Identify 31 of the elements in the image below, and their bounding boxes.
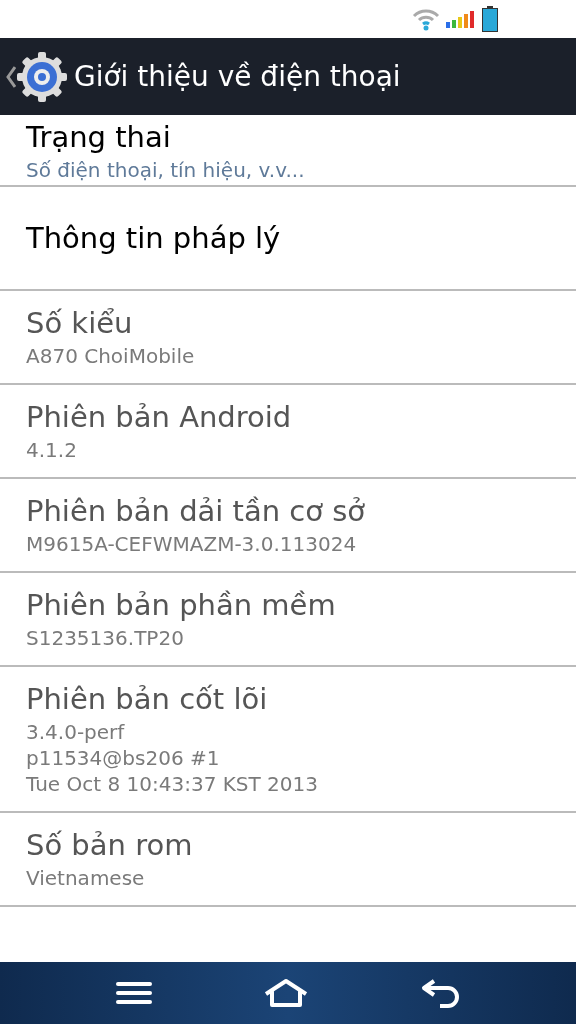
item-title: Phiên bản cốt lõi <box>26 681 269 718</box>
item-title: Phiên bản phần mềm <box>26 587 337 624</box>
item-summary: S1235136.TP20 <box>26 625 185 651</box>
item-title: Trạng thai <box>26 119 172 156</box>
item-summary: p11534@bs206 #1 <box>26 745 221 771</box>
back-caret-icon <box>6 65 16 88</box>
menu-button[interactable] <box>115 981 152 1005</box>
gear-icon <box>16 50 68 103</box>
item-title: Thông tin pháp lý <box>26 220 282 257</box>
item-summary: Số điện thoại, tín hiệu, v.v... <box>26 157 306 183</box>
item-title: Phiên bản dải tần cơ sở <box>26 493 367 530</box>
item-title: Phiên bản Android <box>26 399 293 436</box>
item-summary: M9615A-CEFWMAZM-3.0.113024 <box>26 531 358 557</box>
home-button[interactable] <box>263 978 309 1008</box>
wifi-icon <box>412 7 440 31</box>
item-title: Số bản rom <box>26 827 194 864</box>
settings-item[interactable]: Thông tin pháp lý <box>0 187 576 291</box>
menu-icon <box>115 981 152 1005</box>
item-summary: 3.4.0-perf <box>26 719 126 745</box>
back-button[interactable] <box>420 978 461 1008</box>
item-title: Số kiểu <box>26 305 134 342</box>
item-summary: Vietnamese <box>26 865 146 891</box>
screen-title: Giới thiệu về điện thoại <box>74 58 401 95</box>
item-summary: 4.1.2 <box>26 437 78 463</box>
back-arrow-icon <box>420 978 461 1008</box>
battery-icon <box>482 6 498 32</box>
home-icon <box>263 978 309 1008</box>
signal-icon <box>446 10 476 28</box>
item-summary: A870 ChoiMobile <box>26 343 196 369</box>
settings-item[interactable]: Trạng thai Số điện thoại, tín hiệu, v.v... <box>0 115 576 187</box>
item-summary: Tue Oct 8 10:43:37 KST 2013 <box>26 771 319 797</box>
